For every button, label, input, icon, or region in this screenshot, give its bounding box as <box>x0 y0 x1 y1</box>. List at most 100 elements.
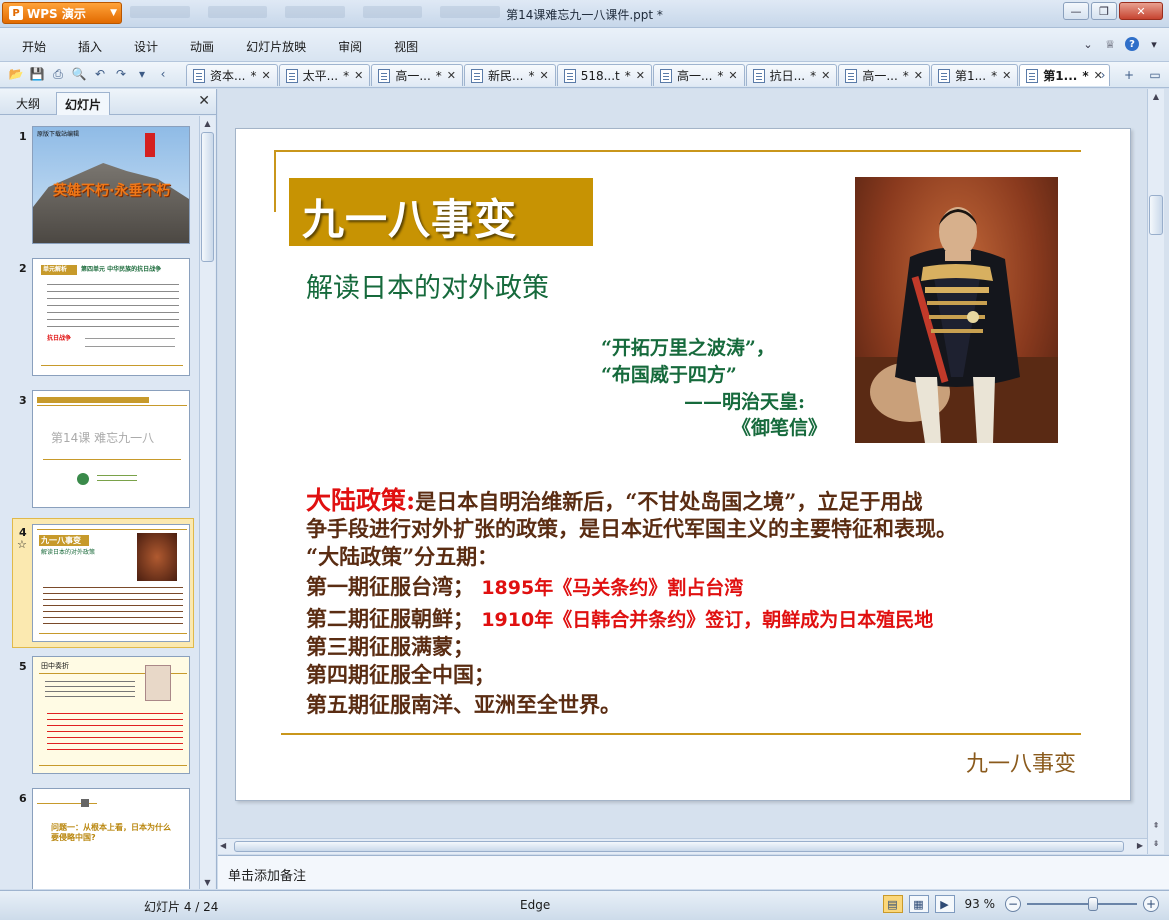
quote-source[interactable]: 《御笔信》 <box>732 413 827 440</box>
tab-scroll-right-icon[interactable]: › <box>1095 67 1111 83</box>
toolbar: 📂 💾 ⎙ 🔍 ↶ ↷ ▾ ‹ 资本... * ✕ 太平... * ✕ 高一... * ✕ 新民.… <box>0 62 1169 88</box>
close-button[interactable]: ✕ <box>1119 2 1163 20</box>
document-icon <box>659 68 672 83</box>
menu-item[interactable]: 插入 <box>78 38 102 55</box>
document-icon <box>193 68 205 83</box>
tab-close-icon[interactable]: ✕ <box>1002 69 1011 82</box>
policy-paragraph-line-3[interactable]: “大陆政策”分五期： <box>306 541 498 571</box>
tab-close-icon[interactable]: ✕ <box>539 69 548 82</box>
normal-view-icon[interactable]: ▤ <box>882 895 903 913</box>
pane-close-icon[interactable]: ✕ <box>198 93 210 109</box>
quote-line-2[interactable]: “布国威于四方” <box>601 360 737 387</box>
scroll-down-icon[interactable]: ▼ <box>200 875 215 889</box>
document-tab[interactable]: 高一... * ✕ <box>838 64 930 86</box>
tab-close-icon[interactable]: ✕ <box>447 69 456 82</box>
scroll-thumb[interactable] <box>1149 195 1163 235</box>
slide-title[interactable]: 九一八事变 <box>302 186 517 247</box>
redo-icon[interactable]: ↷ <box>113 66 129 82</box>
menu-item[interactable]: 开始 <box>22 38 46 55</box>
document-tab[interactable]: 高一... * ✕ <box>652 64 745 86</box>
menu-item[interactable]: 视图 <box>394 38 418 55</box>
scroll-left-icon[interactable]: ◀ <box>220 841 226 850</box>
skin-shirt-icon[interactable]: ♕ <box>1103 37 1117 51</box>
document-tab[interactable]: 新民... * ✕ <box>464 64 556 86</box>
tab-close-icon[interactable]: ✕ <box>914 69 923 82</box>
slide-editor: 九一八事变 解读日本的对外政策 “开拓万里之波涛”， “布国威于四方” ——明治… <box>218 89 1169 854</box>
slide-vertical-scrollbar[interactable]: ▲ ⇞ ⇟ <box>1147 89 1164 854</box>
restore-button[interactable]: ❐ <box>1091 2 1117 20</box>
thumbs-scrollbar[interactable]: ▲ ▼ <box>199 116 215 889</box>
document-icon <box>1026 68 1039 83</box>
slide-thumbnail[interactable]: 问题一：从根本上看，日本为什么要侵略中国? <box>32 788 190 889</box>
quote-author[interactable]: ——明治天皇: <box>684 387 805 414</box>
open-folder-icon[interactable]: 📂 <box>8 66 24 82</box>
tab-close-icon[interactable]: ✕ <box>821 69 830 82</box>
help-icon[interactable]: ? <box>1125 37 1139 51</box>
print-icon[interactable]: ⎙ <box>50 66 66 82</box>
policy-text-1: 是日本自明治维新后，“不甘处岛国之境”，立足于用战 <box>415 489 923 514</box>
customize-toolbar-icon[interactable]: ▾ <box>134 66 150 82</box>
slide-thumbnail[interactable]: 田中奏折 <box>32 656 190 774</box>
scroll-thumb[interactable] <box>234 841 1124 852</box>
phase-1-row[interactable]: 第一期征服台湾； 1895年《马关条约》割占台湾 <box>306 571 743 601</box>
scroll-right-icon[interactable]: ▶ <box>1137 841 1143 850</box>
tab-close-icon[interactable]: ✕ <box>728 69 737 82</box>
quote-line-1[interactable]: “开拓万里之波涛”， <box>601 333 775 360</box>
document-tab[interactable]: 高一... * ✕ <box>371 64 464 86</box>
phase-3[interactable]: 第三期征服满蒙； <box>306 631 474 661</box>
save-icon[interactable]: 💾 <box>29 66 45 82</box>
slide-thumbnail[interactable]: 九一八事变 解读日本的对外政策 <box>32 524 190 642</box>
notes-pane[interactable]: 单击添加备注 <box>218 855 1169 889</box>
policy-paragraph-line-2[interactable]: 争手段进行对外扩张的政策，是日本近代军国主义的主要特征和表现。 <box>306 513 957 543</box>
prev-slide-icon[interactable]: ⇞ <box>1148 818 1164 832</box>
tab-slides[interactable]: 幻灯片 <box>56 92 111 115</box>
tab-outline[interactable]: 大纲 <box>8 92 48 115</box>
slide-thumbnail[interactable]: 第14课 难忘九一八 <box>32 390 190 508</box>
print-preview-icon[interactable]: 🔍 <box>71 66 87 82</box>
chevron-down-icon[interactable]: ⌄ <box>1081 37 1095 51</box>
slide-thumbnail[interactable]: 原版下载站编辑 英雄不朽·永垂不朽 <box>32 126 190 244</box>
notes-placeholder[interactable]: 单击添加备注 <box>228 865 306 884</box>
document-tab[interactable]: 资本... * ✕ <box>186 64 278 86</box>
document-tab[interactable]: 太平... * ✕ <box>278 64 371 86</box>
undo-icon[interactable]: ↶ <box>92 66 108 82</box>
slide-thumbnail[interactable]: 单元解析 第四单元 中华民族的抗日战争 抗日战争 <box>32 258 190 376</box>
zoom-in-icon[interactable]: + <box>1143 896 1159 912</box>
zoom-out-icon[interactable]: − <box>1005 896 1021 912</box>
emperor-meiji-portrait-image[interactable] <box>855 177 1058 443</box>
tab-close-icon[interactable]: ✕ <box>261 69 270 82</box>
slide-footer[interactable]: 九一八事变 <box>966 746 1076 778</box>
slide-subtitle[interactable]: 解读日本的对外政策 <box>306 266 549 305</box>
phase-2-row[interactable]: 第二期征服朝鲜； 1910年《日韩合并条约》签订，朝鲜成为日本殖民地 <box>306 603 933 633</box>
caret-down-icon[interactable]: ▾ <box>1147 37 1161 51</box>
phase-4[interactable]: 第四期征服全中国； <box>306 659 495 689</box>
scroll-up-icon[interactable]: ▲ <box>200 116 215 130</box>
scroll-thumb[interactable] <box>201 132 214 262</box>
tab-list-icon[interactable]: ▭ <box>1147 67 1163 83</box>
scroll-up-icon[interactable]: ▲ <box>1148 89 1164 103</box>
menu-item[interactable]: 幻灯片放映 <box>246 38 306 55</box>
zoom-slider[interactable] <box>1027 897 1137 911</box>
slide-horizontal-scrollbar[interactable]: ◀ ▶ <box>218 838 1147 854</box>
tab-close-icon[interactable]: ✕ <box>354 69 363 82</box>
phase-5[interactable]: 第五期征服南洋、亚洲至全世界。 <box>306 689 621 719</box>
minimize-button[interactable]: — <box>1063 2 1089 20</box>
menu-item[interactable]: 设计 <box>134 38 158 55</box>
menu-item[interactable]: 动画 <box>190 38 214 55</box>
view-zoom-controls: ▤ ▦ ▶ 93 % − + <box>882 895 1159 913</box>
document-tab[interactable]: 第1... * ✕ <box>930 64 1019 86</box>
menu-item[interactable]: 审阅 <box>338 38 362 55</box>
next-slide-icon[interactable]: ⇟ <box>1148 836 1164 850</box>
quick-access-toolbar: 📂 💾 ⎙ 🔍 ↶ ↷ ▾ ‹ <box>8 66 171 82</box>
current-slide[interactable]: 九一八事变 解读日本的对外政策 “开拓万里之波涛”， “布国威于四方” ——明治… <box>235 128 1131 801</box>
policy-paragraph-line-1[interactable]: 大陆政策:是日本自明治维新后，“不甘处岛国之境”，立足于用战 <box>306 481 922 517</box>
modified-marker: * <box>991 68 998 83</box>
new-tab-icon[interactable]: + <box>1121 67 1137 83</box>
document-tab[interactable]: 抗日... * ✕ <box>745 64 838 86</box>
slide-sorter-view-icon[interactable]: ▦ <box>908 895 929 913</box>
tab-scroll-left-icon[interactable]: ‹ <box>155 66 171 82</box>
slideshow-view-icon[interactable]: ▶ <box>934 895 955 913</box>
tab-close-icon[interactable]: ✕ <box>636 69 645 82</box>
zoom-slider-handle[interactable] <box>1088 897 1098 911</box>
document-tab[interactable]: 518...t * ✕ <box>556 64 652 86</box>
